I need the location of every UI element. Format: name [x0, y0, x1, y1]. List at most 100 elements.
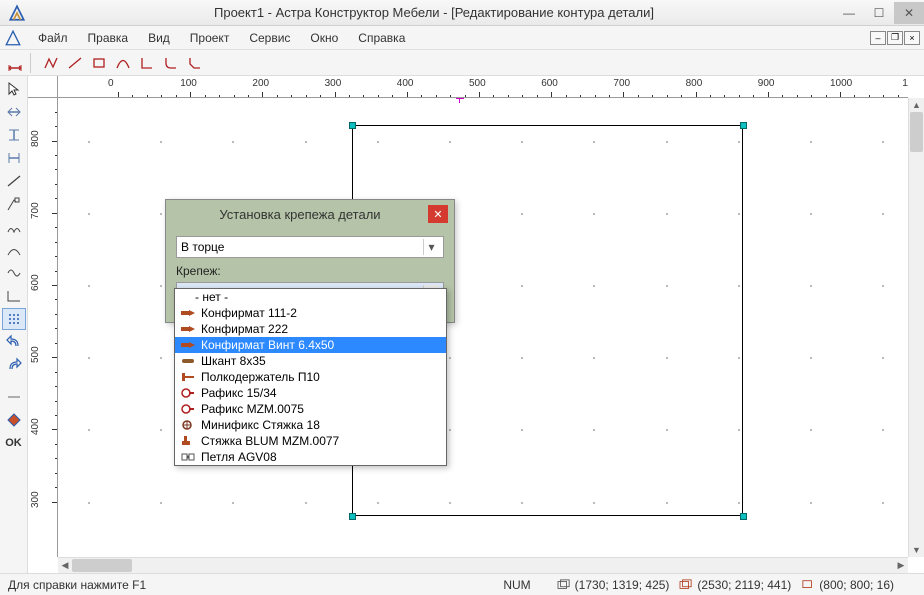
tool-profile-icon[interactable]: [2, 285, 26, 307]
dropdown-option[interactable]: - нет -: [175, 289, 446, 305]
menu-window[interactable]: Окно: [300, 28, 348, 48]
dropdown-option[interactable]: Шкант 8x35: [175, 353, 446, 369]
fastener-dropdown[interactable]: - нет - Конфирмат 111-2 Конфирмат 222 Конфи…: [174, 288, 447, 466]
tool-arc-row-icon[interactable]: [2, 216, 26, 238]
tool-polyline-icon[interactable]: [40, 52, 62, 74]
tool-edge-line-icon[interactable]: [2, 170, 26, 192]
dropdown-option[interactable]: Конфирмат Винт 6.4x50: [175, 337, 446, 353]
tool-corner-icon[interactable]: [136, 52, 158, 74]
minimize-button[interactable]: —: [834, 2, 864, 24]
menu-bar: Файл Правка Вид Проект Сервис Окно Справ…: [0, 26, 924, 50]
fastener-label: Крепеж:: [176, 264, 444, 278]
status-coord2: (2530; 2119; 441): [679, 578, 791, 592]
menu-service[interactable]: Сервис: [239, 28, 300, 48]
handle-bl[interactable]: [349, 513, 356, 520]
tool-sep-icon: [2, 386, 26, 408]
tool-dimension-icon[interactable]: [4, 52, 26, 74]
dialog-title-text: Установка крепежа детали: [172, 207, 428, 222]
menu-edit[interactable]: Правка: [78, 28, 139, 48]
tool-undo-icon[interactable]: [2, 331, 26, 353]
maximize-button[interactable]: ☐: [864, 2, 894, 24]
menu-file[interactable]: Файл: [28, 28, 78, 48]
polko-icon: [181, 371, 195, 383]
handle-br[interactable]: [740, 513, 747, 520]
menu-project[interactable]: Проект: [180, 28, 240, 48]
tool-diamond-icon[interactable]: [2, 409, 26, 431]
dropdown-option-label: Полкодержатель П10: [201, 370, 320, 384]
tool-fillet-arc-icon[interactable]: [160, 52, 182, 74]
tool-redo-icon[interactable]: [2, 354, 26, 376]
scroll-thumb-h[interactable]: [72, 559, 132, 572]
chevron-down-icon: ▾: [423, 239, 439, 255]
dropdown-option-label: Конфирмат 111-2: [201, 306, 297, 320]
styazhka-icon: [181, 435, 195, 447]
tool-arc-pair-icon[interactable]: [2, 262, 26, 284]
menu-help[interactable]: Справка: [348, 28, 415, 48]
tool-arc-edge-icon[interactable]: [2, 239, 26, 261]
dropdown-option[interactable]: Петля AGV08: [175, 449, 446, 465]
dropdown-option-label: Конфирмат Винт 6.4x50: [201, 338, 334, 352]
ruler-vertical: 300400500600700800: [28, 98, 58, 557]
scroll-right-icon[interactable]: ▶: [894, 558, 908, 573]
status-coord1: (1730; 1319; 425): [557, 578, 670, 592]
dropdown-option-label: - нет -: [195, 290, 228, 304]
minifix-icon: [181, 419, 195, 431]
dropdown-option-label: Конфирмат 222: [201, 322, 288, 336]
tool-width-icon[interactable]: [2, 147, 26, 169]
title-bar: Проект1 - Астра Конструктор Мебели - [Ре…: [0, 0, 924, 26]
mdi-restore[interactable]: ❐: [887, 31, 903, 45]
status-bar: Для справки нажмите F1 NUM (1730; 1319; …: [0, 573, 924, 595]
konfirmat-icon: [181, 323, 195, 335]
tool-cursor-icon[interactable]: [2, 78, 26, 100]
main-area: OK 010020030040050060070080090010001100 …: [0, 76, 924, 573]
scroll-left-icon[interactable]: ◀: [58, 558, 72, 573]
tool-grid-icon[interactable]: [2, 308, 26, 330]
mdi-minimize[interactable]: –: [870, 31, 886, 45]
status-num: NUM: [503, 578, 530, 592]
dialog-close-button[interactable]: ✕: [428, 205, 448, 223]
resize-grip[interactable]: [900, 577, 916, 593]
dropdown-option[interactable]: Рафикс 15/34: [175, 385, 446, 401]
dropdown-option-label: Рафикс MZM.0075: [201, 402, 304, 416]
ok-button[interactable]: OK: [2, 432, 26, 454]
dropdown-option[interactable]: Рафикс MZM.0075: [175, 401, 446, 417]
tool-align-icon[interactable]: [2, 101, 26, 123]
tool-edge-pick-icon[interactable]: [2, 193, 26, 215]
dropdown-option-label: Петля AGV08: [201, 450, 277, 464]
petlya-icon: [181, 451, 195, 463]
mdi-close[interactable]: ×: [904, 31, 920, 45]
tool-rect-icon[interactable]: [88, 52, 110, 74]
scrollbar-horizontal[interactable]: ◀ ▶: [58, 557, 908, 573]
handle-tr[interactable]: [740, 122, 747, 129]
close-button[interactable]: ✕: [894, 2, 924, 24]
status-help: Для справки нажмите F1: [8, 578, 146, 592]
tool-arc-icon[interactable]: [112, 52, 134, 74]
app-icon: [8, 4, 26, 22]
konfirmat-icon: [181, 307, 195, 319]
handle-tl[interactable]: [349, 122, 356, 129]
dialog-titlebar[interactable]: Установка крепежа детали ✕: [166, 200, 454, 228]
dropdown-option[interactable]: Конфирмат 111-2: [175, 305, 446, 321]
scroll-up-icon[interactable]: ▲: [909, 98, 924, 112]
dropdown-option[interactable]: Стяжка BLUM MZM.0077: [175, 433, 446, 449]
origin-marker: [456, 98, 464, 103]
rafix-icon: [181, 387, 195, 399]
scroll-down-icon[interactable]: ▼: [909, 543, 924, 557]
window-title: Проект1 - Астра Конструктор Мебели - [Ре…: [34, 5, 834, 20]
scrollbar-vertical[interactable]: ▲ ▼: [908, 98, 924, 557]
konfirmat-icon: [181, 339, 195, 351]
dropdown-option-label: Рафикс 15/34: [201, 386, 277, 400]
dropdown-option[interactable]: Полкодержатель П10: [175, 369, 446, 385]
menu-view[interactable]: Вид: [138, 28, 180, 48]
position-combo[interactable]: В торце ▾: [176, 236, 444, 258]
position-combo-value: В торце: [181, 240, 423, 254]
tool-chamfer-icon[interactable]: [184, 52, 206, 74]
tool-line-icon[interactable]: [64, 52, 86, 74]
tool-height-icon[interactable]: [2, 124, 26, 146]
dropdown-option[interactable]: Конфирмат 222: [175, 321, 446, 337]
canvas-area: 010020030040050060070080090010001100 300…: [28, 76, 924, 573]
scroll-thumb-v[interactable]: [910, 112, 923, 152]
ruler-corner: [28, 76, 58, 98]
dropdown-option[interactable]: Минификс Стяжка 18: [175, 417, 446, 433]
status-coord3: (800; 800; 16): [801, 578, 894, 592]
